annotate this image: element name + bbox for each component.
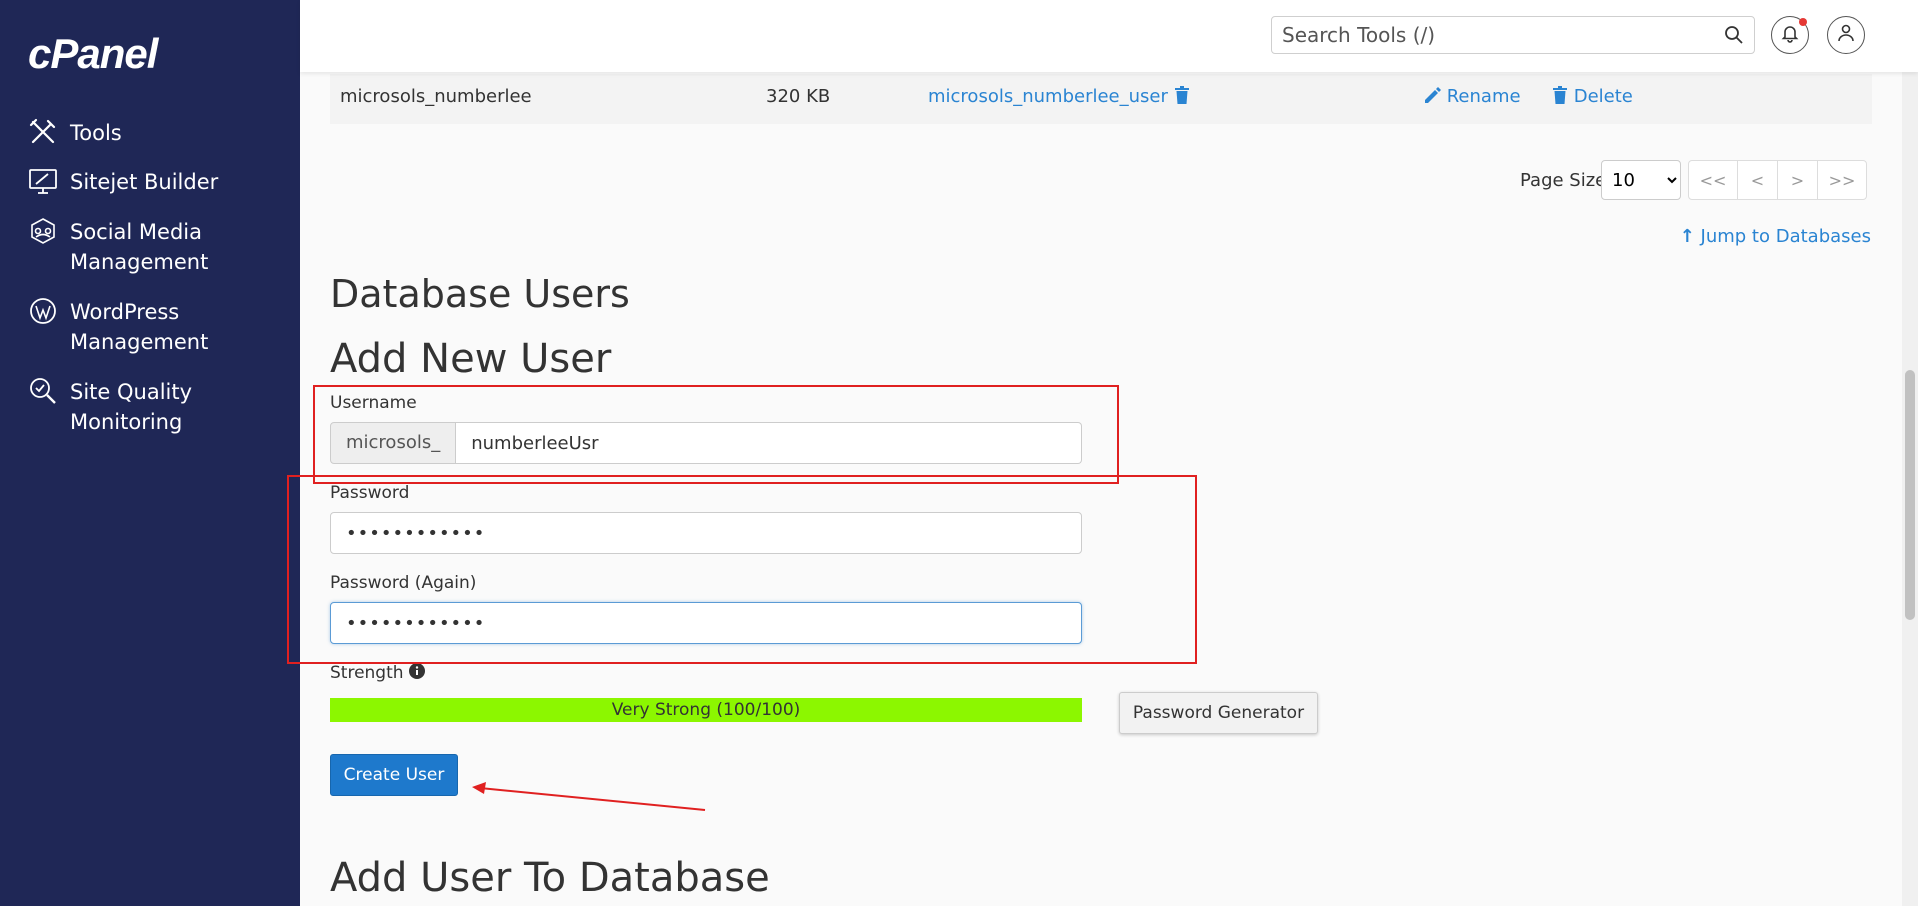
sidebar-item-site-quality[interactable]: Site Quality Monitoring [28, 377, 192, 437]
sidebar-item-wordpress[interactable]: WordPress Management [28, 297, 208, 357]
username-field: microsols_ [330, 422, 1082, 464]
sidebar-item-label: Sitejet Builder [70, 170, 219, 194]
rename-link[interactable]: Rename [1447, 86, 1521, 107]
prev-page-button[interactable]: < [1737, 160, 1778, 200]
delete-link[interactable]: Delete [1574, 86, 1633, 107]
sidebar-item-tools[interactable]: Tools [28, 118, 122, 149]
social-media-icon [28, 216, 60, 248]
page-size-label: Page Size [1520, 170, 1607, 191]
search-input[interactable] [1272, 17, 1702, 53]
user-icon [1836, 23, 1856, 48]
page-scrollbar[interactable] [1902, 0, 1918, 906]
trash-icon[interactable] [1174, 86, 1190, 109]
jump-to-databases[interactable]: ↑ Jump to Databases [1680, 226, 1871, 247]
password-again-label: Password (Again) [330, 573, 477, 593]
site-quality-icon [28, 376, 60, 408]
password-again-input[interactable] [330, 602, 1082, 644]
search-icon[interactable] [1724, 25, 1744, 50]
sidebar-item-sitejet[interactable]: Sitejet Builder [28, 167, 218, 198]
sidebar-item-label: WordPress Management [70, 300, 209, 354]
username-input[interactable] [456, 422, 1082, 464]
strength-label: Strength [330, 663, 425, 684]
db-user-cell: microsols_numberlee_user [928, 86, 1190, 109]
info-icon[interactable] [408, 663, 425, 684]
sidebar-item-label: Site Quality Monitoring [70, 380, 193, 434]
user-menu-button[interactable] [1827, 16, 1865, 54]
jump-to-databases-link[interactable]: Jump to Databases [1701, 226, 1871, 247]
cpanel-logo[interactable]: cPanel [28, 30, 158, 78]
password-generator-button[interactable]: Password Generator [1119, 692, 1318, 734]
notification-dot [1799, 18, 1807, 26]
sidebar-item-social-media[interactable]: Social Media Management [28, 217, 208, 277]
db-size-cell: 320 KB [766, 86, 831, 107]
sidebar-item-label: Tools [70, 121, 122, 145]
bell-icon [1780, 23, 1800, 48]
top-bar [300, 0, 1918, 72]
add-new-user-title: Add New User [330, 336, 612, 382]
pencil-icon [1424, 87, 1441, 109]
db-name-cell: microsols_numberlee [340, 86, 532, 107]
pagination: << < > >> [1688, 160, 1867, 200]
next-page-button[interactable]: > [1777, 160, 1818, 200]
arrow-up-icon: ↑ [1679, 226, 1695, 247]
password-input[interactable] [330, 512, 1082, 554]
search-box[interactable] [1271, 16, 1755, 54]
scrollbar-thumb[interactable] [1905, 370, 1915, 620]
page-size-select[interactable]: 10 [1601, 160, 1681, 200]
tools-icon [28, 117, 60, 149]
username-prefix: microsols_ [330, 422, 457, 464]
first-page-button[interactable]: << [1688, 160, 1738, 200]
last-page-button[interactable]: >> [1817, 160, 1867, 200]
password-strength-meter: Very Strong (100/100) [330, 698, 1082, 722]
sidebar-item-label: Social Media Management [70, 220, 209, 274]
db-user-link[interactable]: microsols_numberlee_user [928, 86, 1168, 107]
add-user-to-database-title: Add User To Database [330, 855, 770, 901]
notifications-button[interactable] [1771, 16, 1809, 54]
create-user-button[interactable]: Create User [330, 754, 458, 796]
annotation-arrow [472, 782, 706, 811]
sitejet-icon [28, 166, 60, 198]
rename-action[interactable]: Rename [1424, 86, 1521, 109]
password-label: Password [330, 483, 410, 503]
strength-label-text: Strength [330, 663, 404, 683]
trash-icon [1552, 86, 1568, 109]
section-title: Database Users [330, 272, 630, 316]
delete-action[interactable]: Delete [1552, 86, 1633, 109]
wordpress-icon [28, 296, 60, 328]
username-label: Username [330, 393, 417, 413]
sidebar: cPanel Tools Sitejet Builder Social Medi… [0, 0, 300, 906]
